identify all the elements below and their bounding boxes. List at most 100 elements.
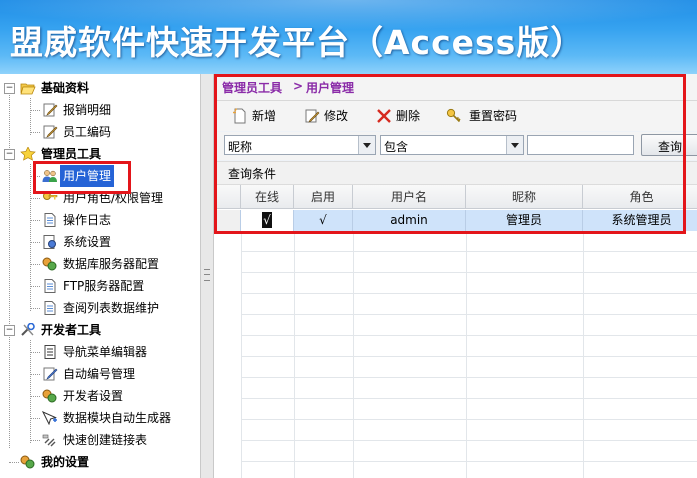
tree-item-menu-editor[interactable]: 导航菜单编辑器 bbox=[0, 341, 200, 363]
tree-item-label: 用户角色/权限管理 bbox=[63, 191, 164, 205]
navigation-tree[interactable]: − 基础资料 报销明细 员工编码 − 管理员工具 用户管理 用户角色/权限管理 … bbox=[0, 74, 200, 478]
new-document-icon bbox=[233, 108, 246, 124]
query-button-label: 查询 bbox=[658, 140, 683, 154]
app-title: 盟威软件快速开发平台（Access版） bbox=[10, 23, 585, 62]
collapse-icon[interactable]: − bbox=[4, 325, 15, 336]
key-icon bbox=[43, 192, 58, 200]
tree-item-label: 用户管理 bbox=[60, 165, 115, 187]
operator-select[interactable]: 包含 bbox=[380, 135, 524, 155]
tree-item-lookup-maintenance[interactable]: 查阅列表数据维护 bbox=[0, 297, 200, 319]
column-header-role[interactable]: 角色 bbox=[583, 185, 697, 209]
reset-password-button[interactable]: 重置密码 bbox=[446, 105, 530, 127]
tree-group-admin[interactable]: − 管理员工具 bbox=[0, 143, 200, 165]
column-header-enabled[interactable]: 启用 bbox=[294, 185, 353, 209]
app-header: 盟威软件快速开发平台（Access版） bbox=[0, 0, 697, 74]
tree-group-label: 基础资料 bbox=[41, 81, 90, 95]
gears-icon bbox=[20, 455, 35, 469]
panel-splitter[interactable] bbox=[200, 74, 214, 478]
splitter-grip-icon[interactable] bbox=[204, 269, 210, 281]
settings-page-icon bbox=[43, 235, 56, 249]
grid-line bbox=[241, 398, 697, 399]
grid-line bbox=[241, 314, 697, 315]
users-icon bbox=[42, 170, 57, 182]
query-conditions-label: 查询条件 bbox=[228, 167, 277, 181]
table-cell-username[interactable]: admin bbox=[353, 210, 466, 231]
tree-group-label: 我的设置 bbox=[41, 455, 90, 469]
table-cell-role[interactable]: 系统管理员 bbox=[583, 210, 697, 231]
tree-group-basic[interactable]: − 基础资料 bbox=[0, 77, 200, 99]
key-icon bbox=[446, 108, 461, 123]
tree-connector bbox=[30, 374, 40, 375]
collapse-icon[interactable]: − bbox=[4, 149, 15, 160]
breadcrumb-parent[interactable]: 管理员工具 bbox=[222, 79, 282, 96]
tree-item-developer-settings[interactable]: 开发者设置 bbox=[0, 385, 200, 407]
online-check: √ bbox=[262, 212, 272, 228]
query-conditions-bar[interactable]: 查询条件 bbox=[214, 161, 697, 185]
delete-button[interactable]: 删除 bbox=[376, 105, 430, 127]
table-cell-nickname[interactable]: 管理员 bbox=[466, 210, 583, 231]
tree-item-module-generator[interactable]: 数据模块自动生成器 bbox=[0, 407, 200, 429]
tree-item-user-management[interactable]: 用户管理 bbox=[0, 165, 200, 187]
user-grid[interactable]: 在线 启用 用户名 昵称 角色 √ √ admin 管理员 系统管理员 bbox=[214, 185, 697, 478]
chevron-down-icon[interactable] bbox=[506, 136, 523, 154]
field-select[interactable]: 昵称 bbox=[224, 135, 376, 155]
tree-connector bbox=[9, 462, 19, 463]
document-icon bbox=[44, 213, 56, 227]
table-cell-online[interactable]: √ bbox=[241, 210, 294, 231]
edit-page-icon bbox=[43, 125, 58, 139]
collapse-icon[interactable]: − bbox=[4, 83, 15, 94]
edit-icon bbox=[305, 109, 320, 123]
link-icon bbox=[42, 434, 56, 447]
tree-item-label: 系统设置 bbox=[63, 235, 112, 249]
operator-select-value: 包含 bbox=[384, 140, 409, 154]
tree-item-system-settings[interactable]: 系统设置 bbox=[0, 231, 200, 253]
column-header-nickname[interactable]: 昵称 bbox=[466, 185, 583, 209]
tree-item-label: 操作日志 bbox=[63, 213, 112, 227]
tree-item-ftp-config[interactable]: FTP服务器配置 bbox=[0, 275, 200, 297]
tree-connector bbox=[30, 286, 40, 287]
tree-item-reimbursement[interactable]: 报销明细 bbox=[0, 99, 200, 121]
query-button[interactable]: 查询 bbox=[641, 134, 697, 156]
query-value-input[interactable] bbox=[527, 135, 634, 155]
grid-line bbox=[241, 356, 697, 357]
tree-connector bbox=[30, 176, 40, 177]
tree-item-label: 数据库服务器配置 bbox=[63, 257, 160, 271]
add-button[interactable]: 新增 bbox=[232, 105, 294, 127]
tree-item-label: 自动编号管理 bbox=[63, 367, 136, 381]
tree-item-auto-number[interactable]: 自动编号管理 bbox=[0, 363, 200, 385]
tree-item-user-roles[interactable]: 用户角色/权限管理 bbox=[0, 187, 200, 209]
tools-icon bbox=[21, 323, 35, 336]
tree-item-label: FTP服务器配置 bbox=[63, 279, 145, 293]
tree-connector bbox=[30, 396, 40, 397]
tree-item-employee-code[interactable]: 员工编码 bbox=[0, 121, 200, 143]
document-icon bbox=[44, 301, 56, 315]
column-header-online[interactable]: 在线 bbox=[241, 185, 294, 209]
breadcrumb-current: 用户管理 bbox=[306, 81, 355, 95]
tree-group-developer[interactable]: − 开发者工具 bbox=[0, 319, 200, 341]
cursor-move-icon bbox=[42, 411, 57, 425]
list-icon bbox=[44, 345, 56, 359]
tree-connector bbox=[30, 308, 40, 309]
delete-x-icon bbox=[377, 109, 391, 123]
tree-item-label: 数据模块自动生成器 bbox=[63, 411, 172, 425]
tree-item-label: 快速创建链接表 bbox=[63, 433, 148, 447]
tree-item-create-link-table[interactable]: 快速创建链接表 bbox=[0, 429, 200, 451]
tree-connector bbox=[30, 198, 40, 199]
grid-line bbox=[241, 377, 697, 378]
edit-button-label: 修改 bbox=[324, 109, 349, 123]
edit-button[interactable]: 修改 bbox=[304, 105, 366, 127]
table-cell-enabled[interactable]: √ bbox=[294, 210, 353, 231]
tree-group-my-settings[interactable]: 我的设置 bbox=[0, 451, 200, 473]
tree-connector bbox=[30, 242, 40, 243]
column-header-username[interactable]: 用户名 bbox=[353, 185, 466, 209]
tree-connector bbox=[30, 352, 40, 353]
row-selector[interactable] bbox=[214, 210, 241, 231]
grid-line bbox=[241, 251, 697, 252]
folder-open-icon bbox=[20, 83, 36, 95]
chevron-down-icon[interactable] bbox=[358, 136, 375, 154]
filter-bar: 昵称 包含 查询 bbox=[214, 132, 697, 160]
tree-item-db-server-config[interactable]: 数据库服务器配置 bbox=[0, 253, 200, 275]
tree-item-operation-log[interactable]: 操作日志 bbox=[0, 209, 200, 231]
tree-item-label: 查阅列表数据维护 bbox=[63, 301, 160, 315]
tree-item-label: 报销明细 bbox=[63, 103, 112, 117]
